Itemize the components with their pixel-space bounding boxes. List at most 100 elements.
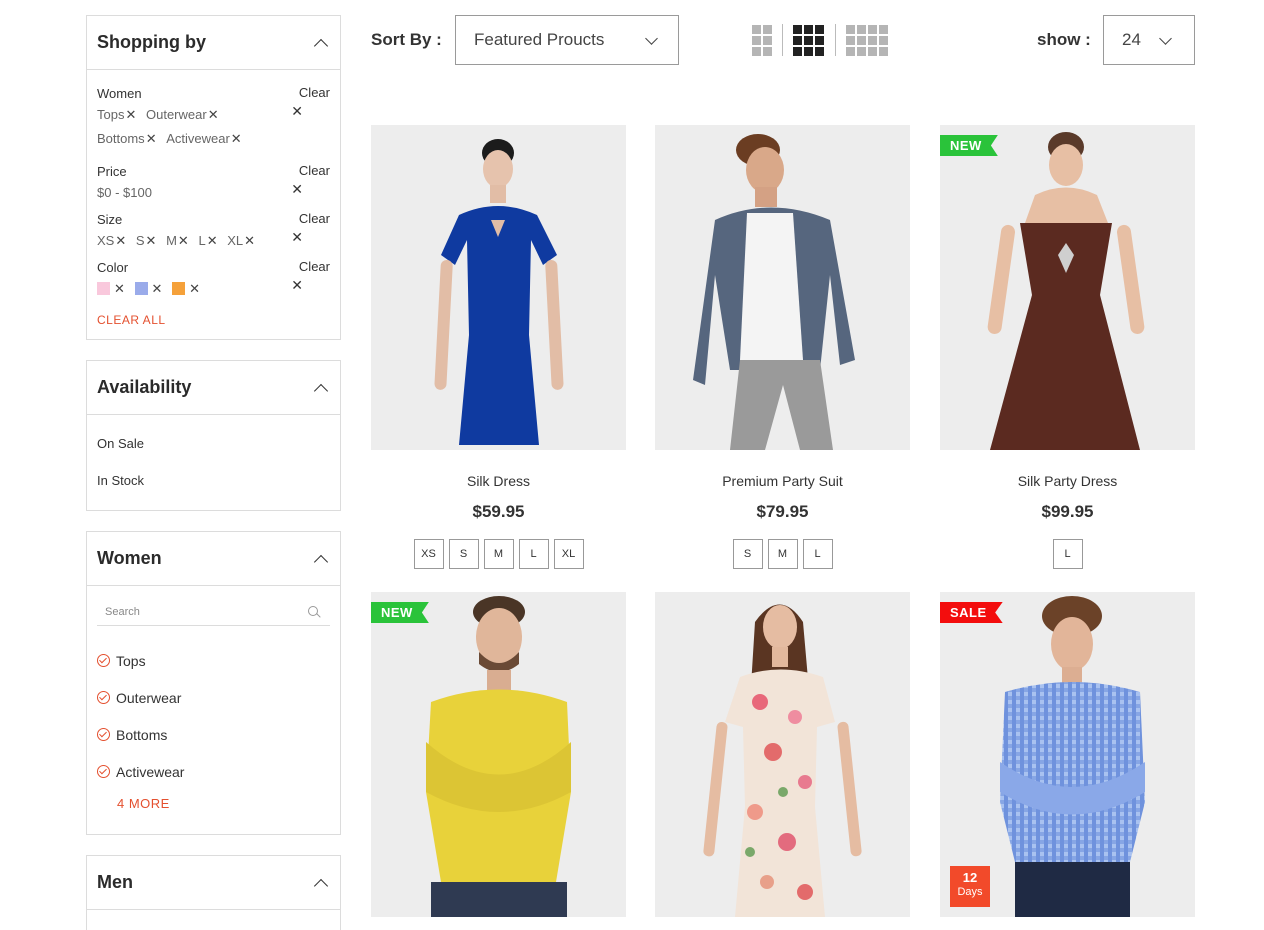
chevron-up-icon[interactable]: [313, 554, 329, 569]
divider: [782, 24, 783, 56]
filter-tag[interactable]: Activewear✕: [166, 127, 241, 151]
close-icon[interactable]: ✕: [114, 281, 125, 296]
size-option[interactable]: M: [483, 539, 514, 569]
close-icon[interactable]: ✕: [231, 131, 242, 146]
category-item-outerwear[interactable]: Outerwear: [97, 679, 330, 716]
close-icon[interactable]: ✕: [244, 233, 255, 248]
product-card[interactable]: Premium Party Suit $79.95 S M L: [655, 125, 910, 569]
size-options: XS S M L XL: [371, 539, 626, 569]
women-panel: Women Tops Outerwear Bottoms Activewear …: [86, 531, 341, 835]
countdown-unit: Days: [957, 886, 983, 898]
shopping-by-title: Shopping by: [97, 32, 206, 52]
product-photo: [434, 139, 564, 445]
product-price: $99.95: [1041, 502, 1094, 521]
category-item-tops[interactable]: Tops: [97, 642, 330, 679]
close-icon[interactable]: ✕: [146, 131, 157, 146]
filter-women-label: Women: [97, 86, 142, 101]
filter-tag[interactable]: Bottoms✕: [97, 127, 157, 151]
grid-3-icon[interactable]: [793, 25, 824, 56]
close-icon[interactable]: ✕: [189, 281, 200, 296]
product-card[interactable]: Silk Dress $59.95 XS S M L XL: [371, 125, 626, 569]
filter-tag[interactable]: L✕: [198, 229, 217, 253]
filter-women: Women Clear ✕ Tops✕ Outerwear✕ Bottoms✕ …: [97, 85, 330, 153]
close-icon[interactable]: ✕: [115, 233, 126, 248]
category-label: Activewear: [116, 763, 185, 780]
product-name[interactable]: Premium Party Suit: [655, 473, 910, 489]
product-photo: [426, 596, 571, 917]
filter-women-clear[interactable]: Clear: [299, 85, 330, 100]
filter-tag[interactable]: M✕: [166, 229, 189, 253]
product-image[interactable]: [655, 125, 910, 450]
product-card[interactable]: NEW: [371, 592, 626, 917]
product-card[interactable]: SALE 12 Days: [940, 592, 1195, 917]
close-icon[interactable]: ✕: [178, 233, 189, 248]
women-search-input[interactable]: [105, 605, 285, 618]
chevron-up-icon[interactable]: [313, 383, 329, 398]
chevron-up-icon[interactable]: [313, 878, 329, 893]
product-image[interactable]: [371, 125, 626, 450]
availability-on-sale[interactable]: On Sale: [97, 425, 330, 462]
product-image[interactable]: [655, 592, 910, 917]
product-name[interactable]: Silk Party Dress: [940, 473, 1195, 489]
size-option[interactable]: S: [732, 539, 763, 569]
men-header[interactable]: Men: [87, 856, 340, 910]
size-option[interactable]: L: [802, 539, 833, 569]
size-option[interactable]: L: [518, 539, 549, 569]
category-item-bottoms[interactable]: Bottoms: [97, 716, 330, 753]
color-filter-tag[interactable]: ✕: [97, 277, 125, 301]
grid-4-icon[interactable]: [846, 25, 888, 56]
filter-price-value: $0 - $100: [97, 185, 152, 200]
close-icon[interactable]: ✕: [152, 281, 163, 296]
grid-2-icon[interactable]: [752, 25, 772, 56]
category-label: Outerwear: [116, 689, 182, 706]
category-item-activewear[interactable]: Activewear: [97, 753, 330, 790]
product-card[interactable]: [655, 592, 910, 917]
new-badge: NEW: [940, 135, 998, 156]
women-header[interactable]: Women: [87, 532, 340, 586]
check-circle-icon: [97, 691, 110, 704]
filter-tag[interactable]: XS✕: [97, 229, 126, 253]
filter-color-clear[interactable]: Clear: [299, 259, 330, 274]
close-icon[interactable]: ✕: [146, 233, 157, 248]
filter-size-clear[interactable]: Clear: [299, 211, 330, 226]
product-image[interactable]: NEW: [371, 592, 626, 917]
size-option[interactable]: XL: [553, 539, 584, 569]
clear-all-link[interactable]: CLEAR ALL: [97, 313, 166, 327]
search-icon[interactable]: [306, 604, 322, 620]
sort-select[interactable]: Featured Proucts: [455, 15, 679, 65]
close-icon[interactable]: ✕: [207, 233, 218, 248]
color-filter-tag[interactable]: ✕: [134, 277, 163, 301]
product-name[interactable]: Silk Dress: [371, 473, 626, 489]
close-icon[interactable]: ✕: [291, 277, 303, 294]
close-icon[interactable]: ✕: [291, 229, 303, 246]
filter-tag[interactable]: Outerwear✕: [146, 103, 219, 127]
size-option[interactable]: L: [1052, 539, 1083, 569]
product-card[interactable]: NEW Silk Party Dress $99.95 L: [940, 125, 1195, 569]
filter-tag[interactable]: XL✕: [227, 229, 255, 253]
filter-price-clear[interactable]: Clear: [299, 163, 330, 178]
more-categories-link[interactable]: 4 MORE: [117, 796, 170, 811]
category-label: Bottoms: [116, 726, 168, 743]
filter-tag[interactable]: Tops✕: [97, 103, 136, 127]
color-filter-tag[interactable]: ✕: [172, 277, 200, 301]
size-option[interactable]: M: [767, 539, 798, 569]
show-select[interactable]: 24: [1103, 15, 1195, 65]
close-icon[interactable]: ✕: [125, 107, 136, 122]
men-panel: Men: [86, 855, 341, 930]
product-image[interactable]: SALE 12 Days: [940, 592, 1195, 917]
filter-tag-label: XL: [227, 233, 244, 248]
close-icon[interactable]: ✕: [291, 103, 303, 120]
size-option[interactable]: S: [448, 539, 479, 569]
chevron-up-icon[interactable]: [313, 38, 329, 53]
shopping-by-header[interactable]: Shopping by: [87, 16, 340, 70]
filter-tag-label: M: [166, 233, 177, 248]
sort-select-value: Featured Proucts: [474, 30, 605, 49]
close-icon[interactable]: ✕: [291, 181, 303, 198]
availability-in-stock[interactable]: In Stock: [97, 462, 330, 499]
size-option[interactable]: XS: [413, 539, 444, 569]
filter-tag[interactable]: S✕: [136, 229, 157, 253]
filter-tag-label: Bottoms: [97, 131, 145, 146]
close-icon[interactable]: ✕: [208, 107, 219, 122]
availability-header[interactable]: Availability: [87, 361, 340, 415]
product-image[interactable]: NEW: [940, 125, 1195, 450]
